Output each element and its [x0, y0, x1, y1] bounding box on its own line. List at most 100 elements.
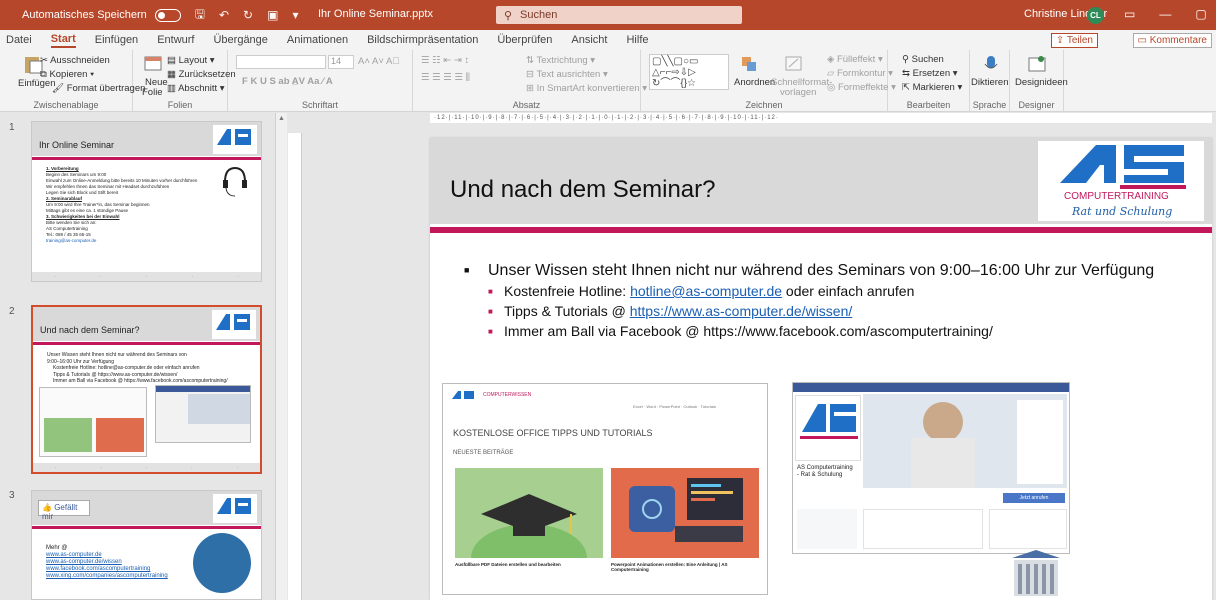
- ribbon-display-options-icon[interactable]: ▭: [1124, 7, 1135, 21]
- tab-animations[interactable]: Animationen: [287, 34, 348, 46]
- arrange-icon[interactable]: [739, 54, 761, 74]
- thumbnail-accent-bar: [33, 342, 260, 345]
- thumbnail-title: Ihr Online Seminar: [39, 140, 115, 150]
- customize-quick-access-icon[interactable]: ▾: [292, 8, 298, 22]
- reset-button[interactable]: ▦ Zurücksetzen: [167, 69, 236, 80]
- thumbnail-title: Und nach dem Seminar?: [40, 325, 140, 335]
- replace-button[interactable]: ⇆ Ersetzen ▾: [902, 68, 958, 79]
- tab-transitions[interactable]: Übergänge: [213, 34, 267, 46]
- select-label: Markieren: [912, 82, 955, 93]
- sub-bullet-tutorials: Tipps & Tutorials @ https://www.as-compu…: [460, 301, 1192, 322]
- hotline-prefix: Kostenfreie Hotline:: [504, 283, 631, 299]
- tab-start[interactable]: Start: [50, 33, 76, 48]
- new-slide-label-2[interactable]: Folie: [142, 87, 163, 98]
- search-box[interactable]: ⚲ Suchen: [496, 6, 742, 24]
- scroll-up-icon[interactable]: ▲: [278, 115, 285, 122]
- voice-group: Diktieren Sprache: [970, 50, 1010, 112]
- as-logo: [213, 125, 257, 154]
- font-size-input[interactable]: 14: [328, 55, 354, 69]
- tab-view[interactable]: Ansicht: [571, 34, 607, 46]
- tab-slideshow[interactable]: Bildschirmpräsentation: [367, 34, 478, 46]
- site-heading: KOSTENLOSE OFFICE TIPPS UND TUTORIALS: [453, 428, 653, 438]
- slide-thumbnail-3[interactable]: 👍 Gefällt mir Mehr @ www.as-computer.de …: [31, 490, 262, 600]
- tutorials-link[interactable]: https://www.as-computer.de/wissen/: [630, 303, 853, 319]
- autosave-toggle[interactable]: [154, 8, 181, 22]
- smartart-button[interactable]: ⊞ In SmartArt konvertieren ▾: [526, 83, 647, 94]
- horizontal-ruler: ·12·|·11·|·10·|·9·|·8·|·7·|·6·|·5·|·4·|·…: [430, 113, 1212, 123]
- slide-body-text[interactable]: Unser Wissen steht Ihnen nicht nur währe…: [460, 260, 1192, 342]
- minimize-icon[interactable]: —: [1159, 7, 1171, 21]
- section-label: Abschnitt: [178, 83, 218, 94]
- format-painter-button[interactable]: 🖌 Format übertragen: [52, 83, 145, 94]
- find-button[interactable]: ⚲ Suchen: [902, 54, 944, 65]
- shape-effects-button[interactable]: ◎ Formeffekte ▾: [827, 82, 896, 93]
- text-direction-button[interactable]: ⇅ Textrichtung ▾: [526, 55, 595, 66]
- present-icon[interactable]: ▣: [267, 8, 278, 22]
- sub-bullet-facebook: Immer am Ball via Facebook @ https://www…: [460, 321, 1192, 342]
- slide-canvas[interactable]: Und nach dem Seminar? COMPUTERTRAINING R…: [430, 138, 1212, 600]
- facebook-page-name: AS Computertraining - Rat & Schulung: [797, 465, 853, 478]
- as-computertraining-logo: COMPUTERTRAINING Rat und Schulung: [1038, 141, 1204, 221]
- font-grow-shrink-icons[interactable]: A˄ A˅ A⃥: [358, 56, 399, 67]
- website-screenshot-image[interactable]: COMPUTERWISSEN Excel · Word · PowerPoint…: [442, 383, 768, 595]
- quick-styles-label-2[interactable]: vorlagen: [780, 87, 816, 98]
- facebook-screenshot-image[interactable]: AS Computertraining - Rat & Schulung Jet…: [792, 382, 1070, 554]
- font-name-input[interactable]: [236, 55, 326, 69]
- tab-file[interactable]: Datei: [6, 34, 32, 46]
- quick-styles-icon[interactable]: [783, 54, 805, 74]
- select-button[interactable]: ⇱ Markieren ▾: [902, 82, 962, 93]
- tutorials-prefix: Tipps & Tutorials @: [504, 303, 630, 319]
- tab-insert[interactable]: Einfügen: [95, 34, 138, 46]
- list-buttons[interactable]: ☰ ☷ ⇤ ⇥ ↕: [421, 55, 469, 66]
- font-style-buttons[interactable]: F K U S ab A̲V Aa ⁄ A: [242, 76, 333, 87]
- tab-design[interactable]: Entwurf: [157, 34, 194, 46]
- redo-icon[interactable]: ↻: [243, 8, 253, 22]
- microphone-icon[interactable]: [980, 54, 1002, 74]
- search-icon: ⚲: [504, 10, 513, 22]
- shape-outline-button[interactable]: ▱ Formkontur ▾: [827, 68, 893, 79]
- copy-button[interactable]: ⧉ Kopieren ▾: [40, 69, 94, 80]
- undo-icon[interactable]: ↶: [219, 8, 229, 22]
- design-ideas-label[interactable]: Designideen: [1015, 77, 1068, 88]
- section-button[interactable]: ▥ Abschnitt ▾: [167, 83, 225, 94]
- align-text-button[interactable]: ⊟ Text ausrichten ▾: [526, 69, 608, 80]
- thumbnail-scrollbar[interactable]: ▲: [275, 113, 287, 600]
- maximize-icon[interactable]: ▢: [1195, 7, 1206, 21]
- share-button[interactable]: ⇪ Teilen: [1050, 33, 1098, 48]
- tab-help[interactable]: Hilfe: [626, 34, 648, 46]
- dictate-label[interactable]: Diktieren: [971, 77, 1009, 88]
- slide-title[interactable]: Und nach dem Seminar?: [450, 176, 715, 204]
- font-group: 14 A˄ A˅ A⃥ F K U S ab A̲V Aa ⁄ A Schrif…: [228, 50, 413, 112]
- editing-group: ⚲ Suchen ⇆ Ersetzen ▾ ⇱ Markieren ▾ Bear…: [888, 50, 970, 112]
- tab-review[interactable]: Überprüfen: [497, 34, 552, 46]
- sub-bullet-hotline: Kostenfreie Hotline: hotline@as-computer…: [460, 281, 1192, 302]
- headset-icon: [223, 166, 247, 197]
- comments-button[interactable]: ▭ Kommentare: [1132, 33, 1212, 48]
- thumbnail-line: Immer am Ball via Facebook @ https://www…: [53, 378, 228, 384]
- shapes-gallery[interactable]: ▢╲╲▢○▭ △⌐⌐⇨⇩▷ ↻⌒⌒{}☆: [649, 54, 729, 90]
- workspace: 1 Ihr Online Seminar 1. Vorbereitung Beg…: [0, 113, 1216, 600]
- comments-label: Kommentare: [1149, 35, 1207, 46]
- shape-fill-button[interactable]: ◈ Fülleffekt ▾: [827, 54, 883, 65]
- ribbon: Einfügen ✂ Ausschneiden ⧉ Kopieren ▾ 🖌 F…: [0, 50, 1216, 112]
- thumbnail-number: 1: [9, 122, 15, 133]
- layout-button[interactable]: ▤ Layout ▾: [167, 55, 215, 66]
- avatar[interactable]: CL: [1087, 7, 1104, 24]
- slide-thumbnail-pane[interactable]: 1 Ihr Online Seminar 1. Vorbereitung Beg…: [0, 113, 273, 600]
- code-graphic: [611, 468, 759, 558]
- as-logo: [452, 391, 474, 399]
- design-ideas-icon[interactable]: [1026, 54, 1048, 74]
- slide-thumbnail-1[interactable]: Ihr Online Seminar 1. Vorbereitung Begin…: [31, 121, 262, 282]
- document-filename[interactable]: Ihr Online Seminar.pptx: [318, 8, 433, 20]
- hotline-link[interactable]: hotline@as-computer.de: [630, 283, 782, 299]
- thumbnail-like-button: 👍 Gefällt mir: [38, 500, 90, 521]
- cut-button[interactable]: ✂ Ausschneiden: [40, 55, 110, 66]
- logo-tagline: Rat und Schulung: [1072, 205, 1173, 218]
- slide-thumbnail-2[interactable]: Und nach dem Seminar? Unser Wissen steht…: [31, 305, 262, 474]
- arrange-label[interactable]: Anordnen: [734, 77, 775, 88]
- clipboard-group-label: Zwischenablage: [33, 100, 99, 110]
- new-slide-icon[interactable]: [143, 54, 165, 74]
- save-icon[interactable]: 🖫: [195, 5, 205, 26]
- ribbon-tabs: Datei Start Einfügen Entwurf Übergänge A…: [0, 30, 1216, 50]
- align-buttons[interactable]: ☰ ☰ ☰ ☰ ⫼: [421, 72, 470, 83]
